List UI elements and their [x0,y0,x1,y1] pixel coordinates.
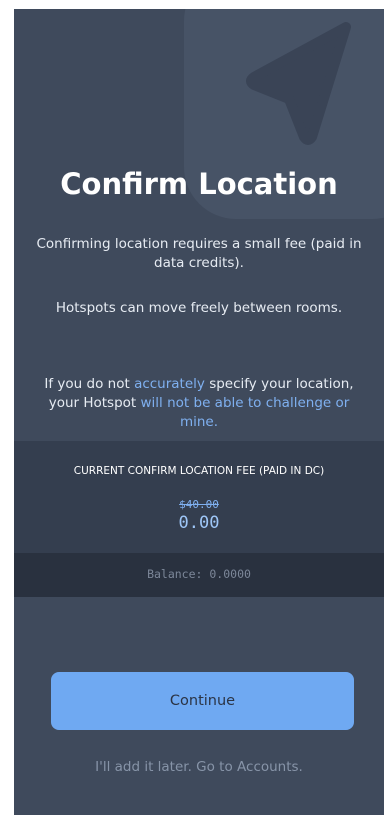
add-later-link[interactable]: I'll add it later. Go to Accounts. [14,759,384,775]
fee-value: 0.00 [178,513,220,533]
accurately-link[interactable]: accurately [134,376,205,392]
accuracy-warning: If you do not accurately specify your lo… [34,375,364,432]
balance-text: Balance: 0.0000 [147,567,251,581]
challenge-mine-link[interactable]: will not be able to challenge or mine. [141,395,350,430]
fee-old-value: $40.00 [179,498,219,511]
warning-text-1: If you do not [44,376,135,392]
move-description: Hotspots can move freely between rooms. [55,300,343,316]
balance-bar: Balance: 0.0000 [14,553,384,597]
fee-description: Confirming location requires a small fee… [36,236,362,271]
page-title: Confirm Location [60,167,338,201]
confirm-location-screen: Confirm Location Confirming location req… [14,9,384,815]
fee-label: CURRENT CONFIRM LOCATION FEE (PAID IN DC… [73,465,325,477]
continue-button[interactable]: Continue [51,672,354,730]
fee-panel: CURRENT CONFIRM LOCATION FEE (PAID IN DC… [14,441,384,553]
location-arrow-icon [246,22,351,145]
